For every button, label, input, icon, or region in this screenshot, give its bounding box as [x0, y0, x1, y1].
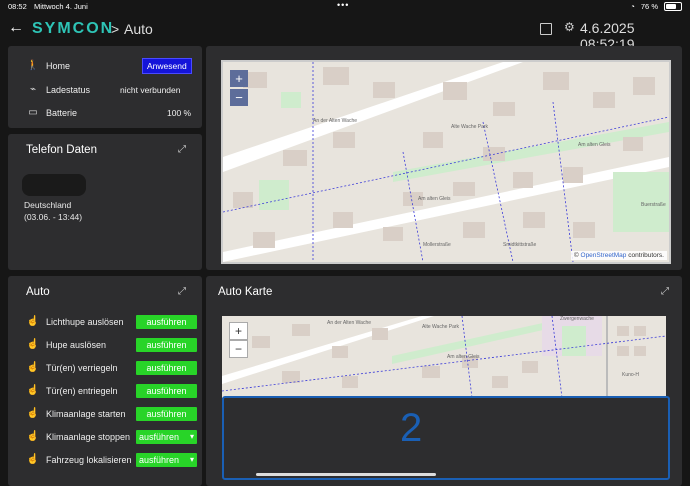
- action-label: Lichthupe auslösen: [46, 316, 124, 327]
- park-label: Alte Wache Park: [422, 324, 460, 330]
- map-attribution: © OpenStreetMap contributors.: [570, 251, 667, 260]
- tap-hand-icon: ☝: [26, 362, 40, 373]
- gear-icon[interactable]: ⚙: [564, 20, 575, 34]
- action-row: ☝ Lichthupe auslösen: [26, 316, 124, 327]
- zoom-in-button[interactable]: +: [229, 322, 248, 340]
- action-label: Tür(en) entriegeln: [46, 385, 118, 396]
- street-label: Kuno-H: [622, 372, 639, 378]
- action-label: Fahrzeug lokalisieren: [46, 454, 132, 465]
- climate-stop-dropdown[interactable]: ausführen: [136, 430, 197, 444]
- tap-hand-icon: ☝: [26, 316, 40, 327]
- climate-start-button[interactable]: ausführen: [136, 407, 197, 421]
- zoom-out-button[interactable]: −: [229, 340, 248, 358]
- action-row: ☝ Tür(en) entriegeln: [26, 385, 118, 396]
- horn-button[interactable]: ausführen: [136, 338, 197, 352]
- phone-card-title: Telefon Daten: [26, 144, 97, 156]
- street-label: An der Alten Wache: [327, 320, 372, 326]
- edit-icon[interactable]: [540, 23, 552, 35]
- auto-card: Auto ⤢ ☝ Lichthupe auslösen ausführen ☝ Hu…: [8, 276, 202, 486]
- charge-status-value: nicht verbunden: [120, 85, 181, 95]
- place-label: Zwergenwache: [560, 316, 594, 322]
- lock-doors-button[interactable]: ausführen: [136, 361, 197, 375]
- auto-map-title: Auto Karte: [218, 286, 273, 298]
- charge-status-label: Ladestatus: [46, 84, 91, 95]
- attribution-prefix: ©: [573, 252, 579, 259]
- street-label: Buerstraße: [641, 202, 666, 208]
- status-date: Mittwoch 4. Juni: [34, 2, 88, 11]
- action-row: ☝ Fahrzeug lokalisieren: [26, 454, 132, 465]
- status-badge: Anwesend: [142, 58, 192, 74]
- charge-status-row: ⌁ Ladestatus: [26, 84, 90, 95]
- home-label: Home: [46, 60, 71, 71]
- phone-country: Deutschland: [24, 200, 72, 210]
- phone-card: Telefon Daten ⤢ Deutschland (03.06. - 13…: [8, 134, 202, 270]
- home-indicator: [256, 473, 436, 476]
- action-label: Klimaanlage starten: [46, 408, 126, 419]
- map-view[interactable]: An der Alten Wache Alte Wache Park Am al…: [221, 60, 671, 264]
- expand-icon[interactable]: ⤢: [661, 286, 669, 297]
- action-label: Klimaanlage stoppen: [46, 431, 131, 442]
- auto-card-title: Auto: [26, 286, 50, 298]
- multitask-dots-icon[interactable]: •••: [337, 0, 349, 10]
- street-label: Am alten Gleis: [447, 354, 480, 360]
- street-label: Am alten Gleis: [418, 196, 451, 202]
- battery-value: 100 %: [167, 108, 192, 118]
- redacted-block: [22, 174, 86, 196]
- street-label: An der Alten Wache: [313, 118, 358, 124]
- status-time: 08:52: [8, 2, 27, 11]
- tap-hand-icon: ☝: [26, 385, 40, 396]
- walking-person-icon: 🚶: [26, 60, 40, 71]
- battery-percent: 76 %: [640, 2, 658, 11]
- locate-vehicle-dropdown[interactable]: ausführen: [136, 453, 197, 467]
- action-row: ☝ Tür(en) verriegeln: [26, 362, 118, 373]
- annotation-overlay: 2: [222, 396, 670, 480]
- home-card: 🚶 Home Anwesend ⌁ Ladestatus nicht verbu…: [8, 46, 202, 128]
- status-bar: 08:52 Mittwoch 4. Juni ••• ◔ 76 %: [0, 0, 690, 14]
- expand-icon[interactable]: ⤢: [178, 286, 186, 297]
- unlock-doors-button[interactable]: ausführen: [136, 384, 197, 398]
- action-label: Tür(en) verriegeln: [46, 362, 118, 373]
- page-title: Auto: [124, 21, 153, 37]
- map-card: An der Alten Wache Alte Wache Park Am al…: [206, 46, 682, 270]
- breadcrumb-separator: >: [111, 21, 120, 37]
- tap-hand-icon: ☝: [26, 339, 40, 350]
- zoom-in-button[interactable]: +: [230, 70, 248, 87]
- top-bar: ← SYMCON > Auto ⚙ 4.6.2025 08:52:19: [0, 14, 690, 52]
- status-right: ◔ 76 %: [630, 2, 682, 11]
- zoom-out-button[interactable]: −: [230, 89, 248, 106]
- wifi-icon: ◔: [630, 2, 635, 11]
- auto-map-view[interactable]: An der Alten Wache Alte Wache Park Am al…: [222, 316, 666, 398]
- back-arrow-icon[interactable]: ←: [8, 19, 24, 37]
- attribution-link[interactable]: OpenStreetMap: [581, 252, 627, 259]
- battery-level-icon: ▭: [28, 107, 38, 118]
- plug-icon: ⌁: [29, 84, 37, 95]
- annotation-number: 2: [400, 406, 423, 450]
- attribution-suffix: contributors.: [628, 252, 664, 259]
- battery-icon: [664, 2, 682, 11]
- action-row: ☝ Klimaanlage starten: [26, 408, 126, 419]
- tap-hand-icon: ☝: [26, 408, 40, 419]
- battery-row: ▭ Batterie: [26, 107, 77, 118]
- phone-timestamp: (03.06. - 13:44): [24, 212, 83, 222]
- park-label: Alte Wache Park: [451, 124, 489, 130]
- expand-icon[interactable]: ⤢: [178, 144, 186, 155]
- tap-hand-icon: ☝: [26, 431, 40, 442]
- app-logo[interactable]: SYMCON: [32, 20, 114, 38]
- action-label: Hupe auslösen: [46, 339, 107, 350]
- home-row: 🚶 Home: [26, 60, 70, 71]
- street-label: Am alten Gleis: [578, 142, 611, 148]
- tap-hand-icon: ☝: [26, 454, 40, 465]
- map-tiles: [223, 62, 669, 262]
- action-row: ☝ Klimaanlage stoppen: [26, 431, 130, 442]
- street-label: Smidtkittstraße: [503, 242, 537, 248]
- action-row: ☝ Hupe auslösen: [26, 339, 106, 350]
- battery-label: Batterie: [46, 107, 78, 118]
- street-label: Mollerstraße: [423, 242, 451, 248]
- flash-lights-button[interactable]: ausführen: [136, 315, 197, 329]
